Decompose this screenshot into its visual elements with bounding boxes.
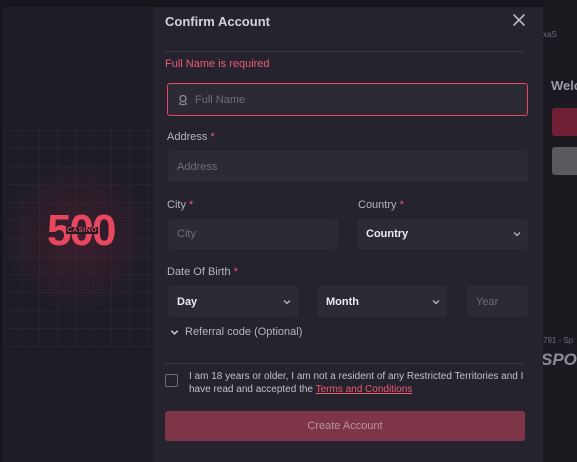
month-value: Month <box>326 295 359 308</box>
referral-code-toggle[interactable]: Referral code (Optional) <box>170 326 302 338</box>
background-sport-text: SPO <box>541 350 577 369</box>
country-value: Country <box>366 228 409 240</box>
day-select[interactable]: Day <box>168 286 298 317</box>
background-welcome-text: Welc <box>551 78 577 93</box>
person-icon <box>178 94 188 105</box>
background-page <box>543 0 577 462</box>
background-button <box>552 108 577 136</box>
casino-logo: 500 CASINO <box>47 207 116 257</box>
full-name-error: Full Name is required <box>165 58 270 70</box>
background-text: xaS <box>543 30 557 39</box>
day-value: Day <box>177 295 198 308</box>
referral-code-label: Referral code (Optional) <box>185 326 303 338</box>
close-icon[interactable] <box>511 12 527 28</box>
logo-subtitle: CASINO <box>66 227 99 234</box>
full-name-field[interactable]: Full Name <box>167 83 528 116</box>
country-label: Country * <box>358 199 404 211</box>
chevron-down-icon <box>170 329 179 335</box>
background-text: 791 - Sp <box>543 336 574 345</box>
chevron-down-icon <box>432 299 440 304</box>
address-placeholder: Address <box>177 160 218 173</box>
header-divider <box>165 51 524 52</box>
chevron-down-icon <box>283 299 291 304</box>
year-placeholder: Year <box>476 295 499 308</box>
month-select[interactable]: Month <box>317 286 447 317</box>
create-account-button[interactable]: Create Account <box>165 411 525 441</box>
year-field[interactable]: Year <box>467 286 528 317</box>
full-name-placeholder: Full Name <box>195 93 246 106</box>
background-button <box>552 147 577 175</box>
address-field[interactable]: Address <box>168 151 528 182</box>
modal-title: Confirm Account <box>165 14 270 29</box>
city-label: City * <box>167 199 194 211</box>
country-select[interactable]: Country <box>357 219 528 249</box>
city-field[interactable]: City <box>168 219 338 249</box>
city-placeholder: City <box>177 228 196 240</box>
chevron-down-icon <box>513 232 521 237</box>
modal-brand-panel: 500 CASINO <box>3 7 153 462</box>
terms-link[interactable]: Terms and Conditions <box>316 384 413 395</box>
terms-text: I am 18 years or older, I am not a resid… <box>189 371 524 395</box>
dob-label: Date Of Birth * <box>167 266 238 278</box>
terms-checkbox[interactable] <box>165 374 178 387</box>
section-divider <box>165 363 524 364</box>
address-label: Address * <box>167 131 215 143</box>
